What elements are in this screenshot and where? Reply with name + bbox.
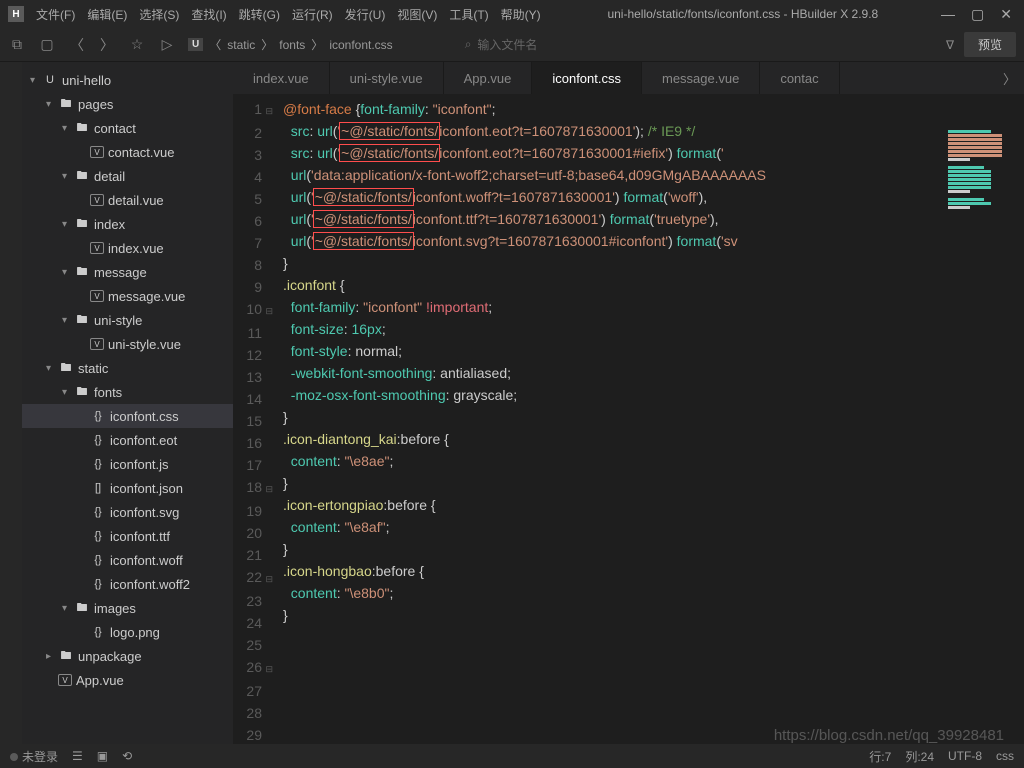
crumb-fonts[interactable]: fonts [279,38,305,52]
cursor-col[interactable]: 列:24 [905,748,934,765]
activity-bar [0,62,22,744]
menu-item[interactable]: 运行(R) [288,4,337,25]
star-icon[interactable]: ☆ [128,36,146,53]
file-tree: ▾Uuni-hello▾🖿pages▾🖿contactVcontact.vue▾… [22,62,233,744]
tree-item[interactable]: {}iconfont.woff2 [22,572,233,596]
menu-item[interactable]: 查找(I) [187,4,230,25]
minimap[interactable] [944,126,1024,326]
editor-tab[interactable]: uni-style.vue [330,62,444,94]
back-icon[interactable]: 〈 [68,35,86,55]
menu-item[interactable]: 帮助(Y) [497,4,545,25]
tree-item[interactable]: []iconfont.json [22,476,233,500]
encoding[interactable]: UTF-8 [948,749,982,763]
menu-item[interactable]: 编辑(E) [83,4,131,25]
list-icon[interactable]: ☰ [72,749,83,763]
crumb-static[interactable]: static [227,38,255,52]
tree-item[interactable]: ▾🖿uni-style [22,308,233,332]
login-status[interactable]: 未登录 [10,748,58,765]
tree-item[interactable]: ▾🖿detail [22,164,233,188]
menu-item[interactable]: 文件(F) [32,4,79,25]
editor-tab[interactable]: index.vue [233,62,330,94]
crumb-file[interactable]: iconfont.css [329,38,392,52]
breadcrumb[interactable]: U 〈 static 〉 fonts 〉 iconfont.css [188,36,393,53]
tree-item[interactable]: ▾🖿fonts [22,380,233,404]
tree-item[interactable]: Vuni-style.vue [22,332,233,356]
tree-item[interactable]: Vindex.vue [22,236,233,260]
project-badge: U [188,38,203,51]
tree-item[interactable]: ▾🖿message [22,260,233,284]
tree-item[interactable]: {}iconfont.svg [22,500,233,524]
tree-item[interactable]: ▾🖿images [22,596,233,620]
tree-item[interactable]: {}iconfont.eot [22,428,233,452]
editor-tab[interactable]: iconfont.css [532,62,642,94]
editor-tab[interactable]: contac [760,62,839,94]
editor-tab[interactable]: App.vue [444,62,533,94]
maximize-icon[interactable]: ▢ [971,6,984,23]
menu-item[interactable]: 发行(U) [341,4,390,25]
tree-item[interactable]: Vcontact.vue [22,140,233,164]
tree-item[interactable]: {}iconfont.js [22,452,233,476]
panel-icon[interactable]: ⧉ [8,36,26,53]
search-box[interactable]: ⌕ 输入文件名 [465,36,934,53]
tree-item[interactable]: Vmessage.vue [22,284,233,308]
preview-button[interactable]: 预览 [964,32,1016,57]
toolbar: ⧉ ▢ 〈 〉 ☆ ▷ U 〈 static 〉 fonts 〉 iconfon… [0,28,1024,62]
titlebar: H 文件(F)编辑(E)选择(S)查找(I)跳转(G)运行(R)发行(U)视图(… [0,0,1024,28]
forward-icon[interactable]: 〉 [98,35,116,55]
tree-item[interactable]: ▾🖿contact [22,116,233,140]
close-icon[interactable]: ✕ [1000,6,1012,23]
search-icon: ⌕ [465,37,472,52]
tree-item[interactable]: ▾🖿pages [22,92,233,116]
editor-tab[interactable]: message.vue [642,62,760,94]
sync-icon[interactable]: ⟲ [122,749,132,763]
menu-item[interactable]: 跳转(G) [235,4,284,25]
tree-item[interactable]: {}iconfont.ttf [22,524,233,548]
menu-item[interactable]: 选择(S) [135,4,183,25]
save-icon[interactable]: ▢ [38,36,56,53]
tree-item[interactable]: {}logo.png [22,620,233,644]
tree-item[interactable]: VApp.vue [22,668,233,692]
menu-bar: 文件(F)编辑(E)选择(S)查找(I)跳转(G)运行(R)发行(U)视图(V)… [32,4,545,25]
search-placeholder: 输入文件名 [477,36,537,53]
window-title: uni-hello/static/fonts/iconfont.css - HB… [545,7,941,21]
status-bar: 未登录 ☰ ▣ ⟲ 行:7 列:24 UTF-8 css [0,744,1024,768]
tree-item[interactable]: Vdetail.vue [22,188,233,212]
menu-item[interactable]: 视图(V) [393,4,441,25]
run-icon[interactable]: ▷ [158,36,176,53]
tree-item[interactable]: ▾Uuni-hello [22,68,233,92]
language-mode[interactable]: css [996,749,1014,763]
tree-item[interactable]: {}iconfont.woff [22,548,233,572]
gutter: 1⊟2345678910⊟1112131415161718⊟19202122⊟2… [233,94,283,744]
window-controls: — ▢ ✕ [941,6,1016,23]
terminal-icon[interactable]: ▣ [97,749,108,763]
tree-item[interactable]: ▸🖿unpackage [22,644,233,668]
tabs-scroll-right[interactable]: 〉 [995,62,1024,94]
tree-item[interactable]: {}iconfont.css [22,404,233,428]
tree-item[interactable]: ▾🖿index [22,212,233,236]
minimize-icon[interactable]: — [941,6,955,23]
app-logo: H [8,6,24,22]
code-editor[interactable]: 1⊟2345678910⊟1112131415161718⊟19202122⊟2… [233,94,1024,744]
editor-tabs: index.vueuni-style.vueApp.vueiconfont.cs… [233,62,1024,94]
cursor-line[interactable]: 行:7 [869,748,891,765]
tree-item[interactable]: ▾🖿static [22,356,233,380]
menu-item[interactable]: 工具(T) [445,4,492,25]
filter-icon[interactable]: ∇ [946,38,954,52]
code-lines[interactable]: @font-face {font-family: "iconfont"; src… [283,94,1024,744]
